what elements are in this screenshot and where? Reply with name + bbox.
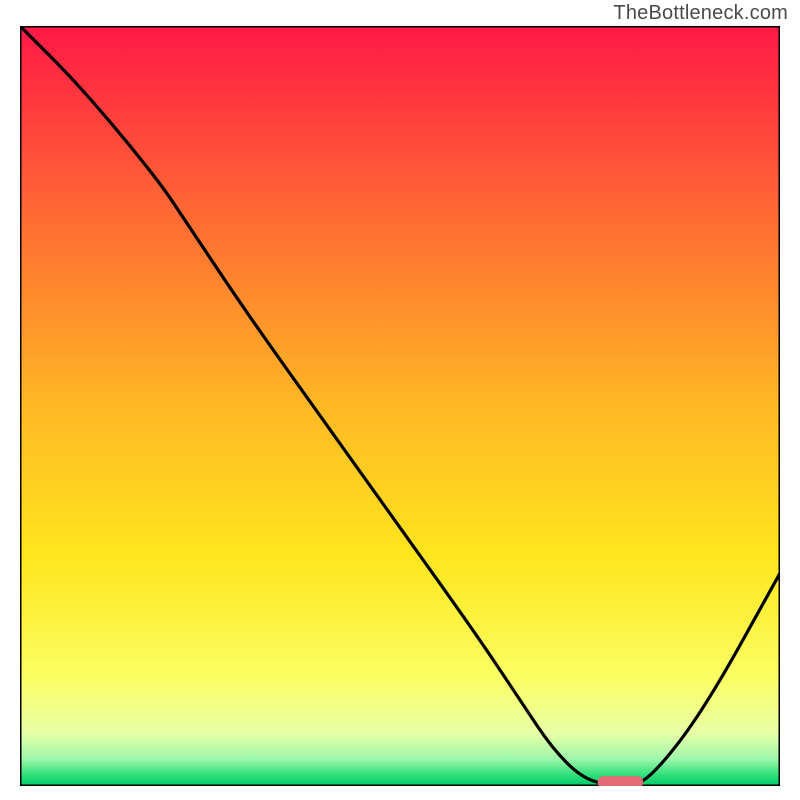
chart-svg xyxy=(20,26,780,786)
optimal-range-marker xyxy=(598,776,644,786)
gradient-background xyxy=(20,26,780,786)
watermark-text: TheBottleneck.com xyxy=(613,2,788,25)
plot-frame xyxy=(20,26,780,786)
chart-container: TheBottleneck.com xyxy=(0,0,800,800)
